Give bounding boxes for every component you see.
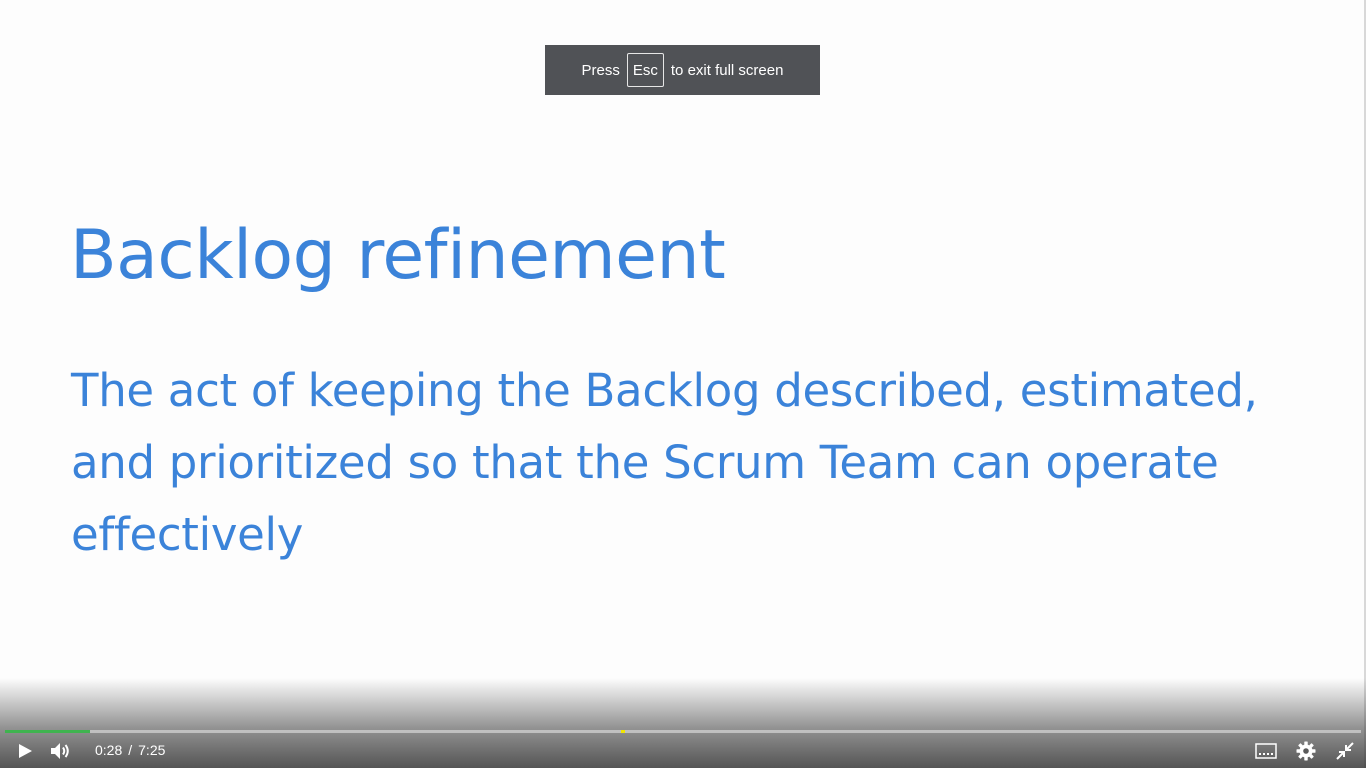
play-button[interactable]: [8, 738, 42, 764]
captions-icon: [1255, 743, 1277, 759]
progress-bar[interactable]: [5, 730, 1361, 733]
gear-icon: [1296, 741, 1316, 761]
duration: 7:25: [138, 742, 166, 758]
slide-title: Backlog refinement: [70, 216, 726, 295]
play-icon: [19, 744, 32, 758]
video-frame[interactable]: Backlog refinement The act of keeping th…: [0, 0, 1366, 768]
volume-icon: [51, 743, 69, 759]
control-bar-background: [0, 678, 1366, 768]
captions-button[interactable]: [1252, 739, 1280, 763]
video-player[interactable]: Backlog refinement The act of keeping th…: [0, 0, 1366, 768]
esc-key-label: Esc: [626, 53, 664, 87]
time-display: 0:28 / 7:25: [95, 742, 165, 758]
time-separator: /: [128, 742, 133, 758]
fullscreen-exit-notice: Press Esc to exit full screen: [545, 45, 820, 95]
notice-prefix: Press: [581, 61, 620, 79]
notice-suffix: to exit full screen: [670, 61, 784, 79]
exit-fullscreen-button[interactable]: [1332, 738, 1358, 764]
volume-button[interactable]: [46, 738, 76, 764]
progress-played: [5, 730, 91, 733]
progress-marker: [620, 730, 625, 733]
settings-button[interactable]: [1292, 738, 1320, 764]
exit-fullscreen-icon: [1336, 742, 1354, 760]
current-time: 0:28: [95, 742, 123, 758]
slide-body-text: The act of keeping the Backlog described…: [71, 364, 1258, 561]
